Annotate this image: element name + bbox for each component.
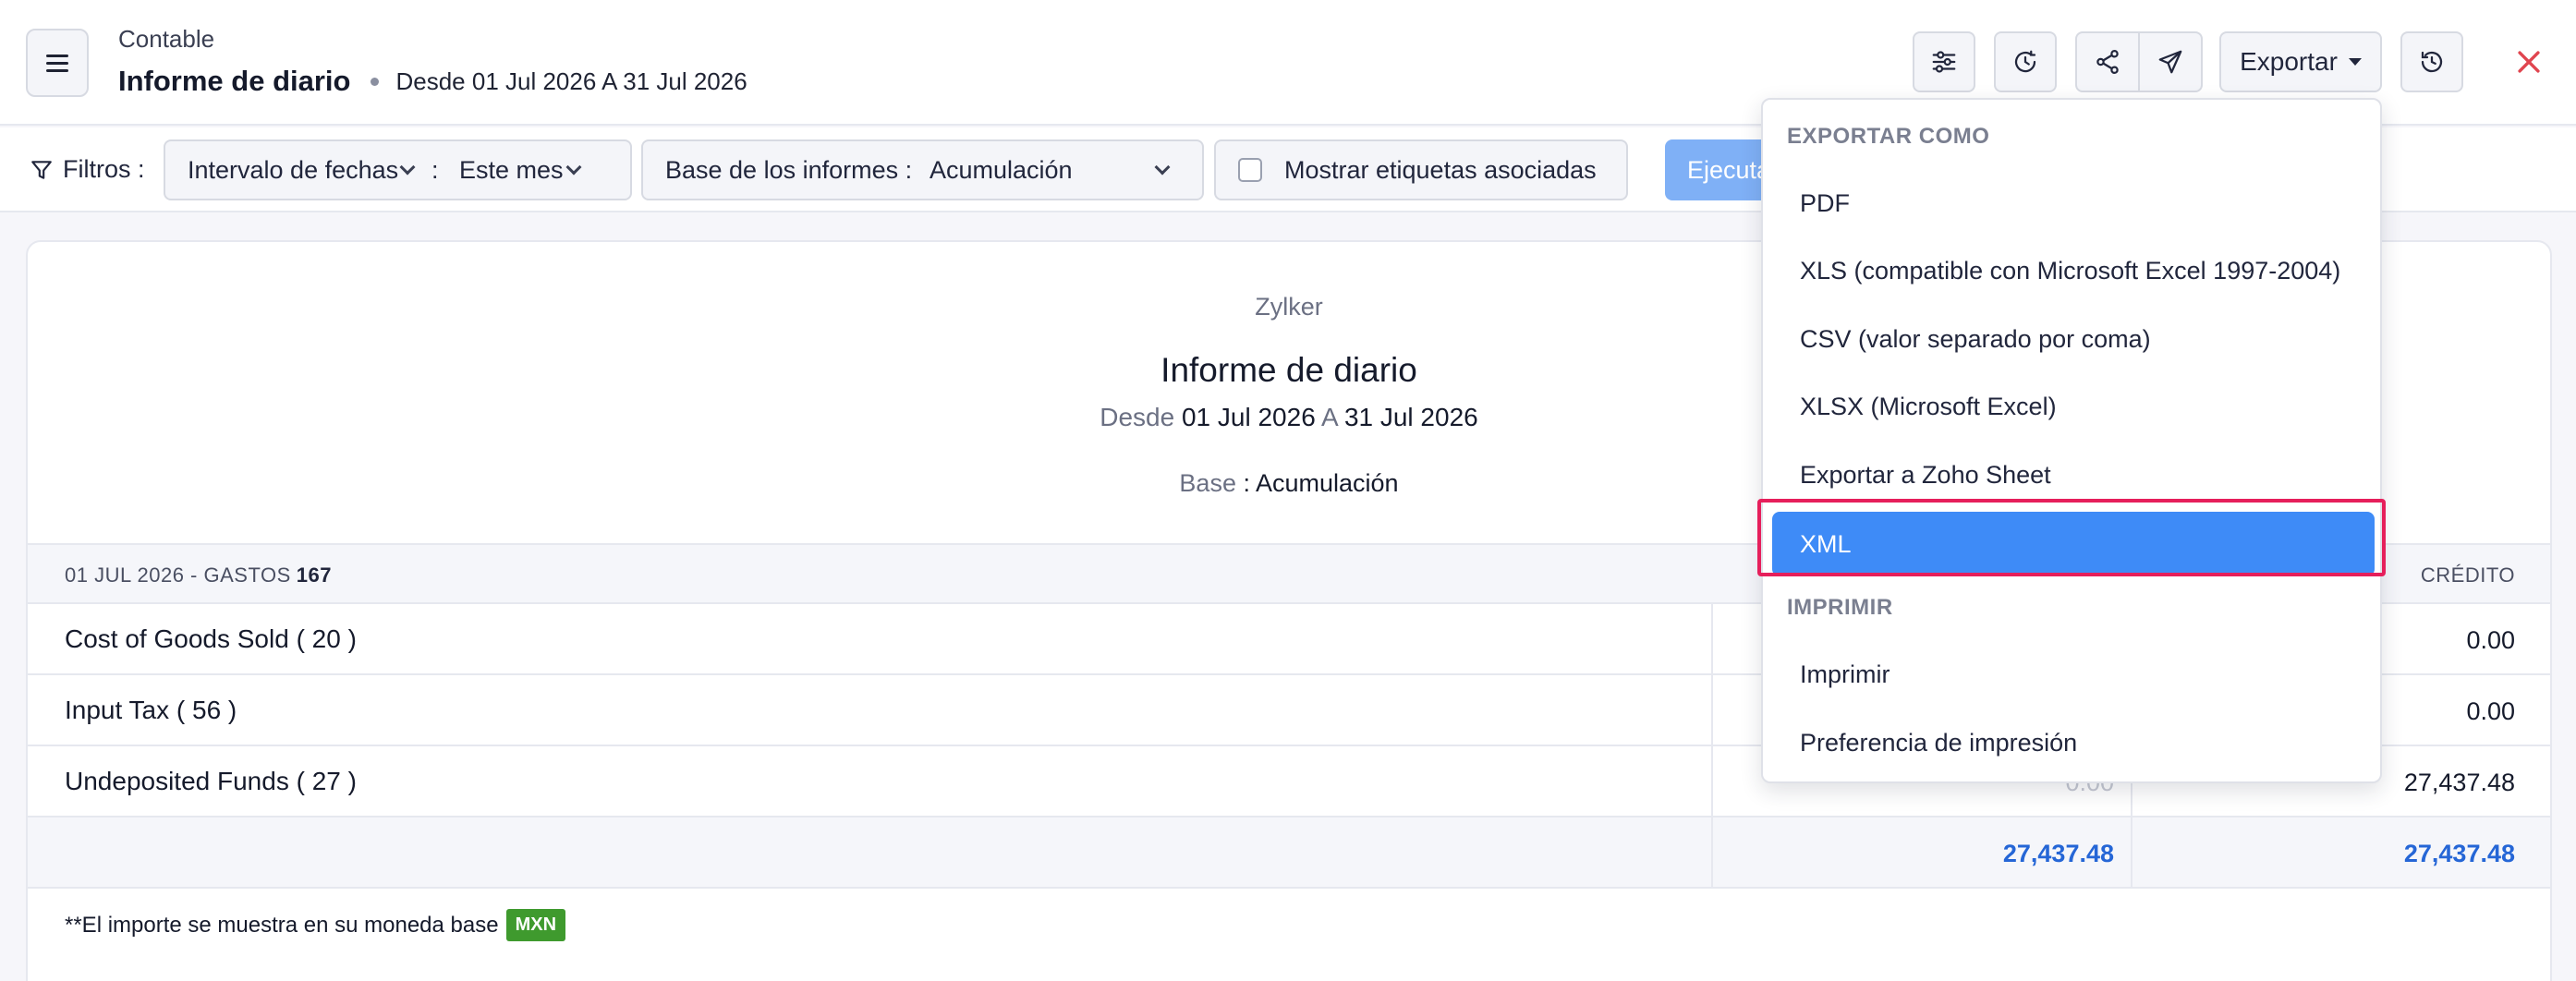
highlight-box	[1757, 499, 2386, 576]
export-zoho-sheet-item[interactable]: Exportar a Zoho Sheet	[1800, 461, 2051, 490]
footnote-text: **El importe se muestra en su moneda bas…	[65, 912, 499, 938]
caret-down-icon	[2348, 58, 2362, 66]
group-header-label: 01 JUL 2026 - GASTOS	[65, 563, 291, 587]
report-basis-label: Base de los informes :	[665, 155, 913, 184]
clock-arrow-icon	[2014, 50, 2036, 73]
export-button-label: Exportar	[2240, 47, 2338, 76]
account-name[interactable]: Input Tax ( 56 )	[65, 696, 237, 725]
page-title: Informe de diario Desde 01 Jul 2026 A 31…	[118, 65, 747, 98]
account-name[interactable]: Undeposited Funds ( 27 )	[65, 767, 357, 796]
total-row: 27,437.48 27,437.48	[28, 818, 2550, 889]
credit-value: 27,437.48	[2403, 769, 2515, 796]
currency-badge: MXN	[505, 909, 566, 941]
export-csv-item[interactable]: CSV (valor separado por coma)	[1800, 325, 2151, 354]
page-title-text: Informe de diario	[118, 65, 351, 97]
range-to: 31 Jul 2026	[1343, 403, 1478, 431]
refresh-button[interactable]	[2400, 31, 2463, 92]
show-tags-checkbox[interactable]	[1238, 158, 1262, 182]
share-send-group	[2075, 31, 2203, 92]
separator-dot	[371, 77, 380, 86]
basis-value: : Acumulación	[1243, 469, 1399, 497]
show-tags-label: Mostrar etiquetas asociadas	[1284, 155, 1597, 184]
print-item[interactable]: Imprimir	[1800, 660, 1889, 689]
credit-column-header: CRÉDITO	[2420, 563, 2515, 587]
breadcrumb[interactable]: Contable	[118, 25, 214, 54]
chevron-down-icon	[1154, 159, 1171, 176]
hamburger-menu-button[interactable]	[26, 29, 89, 97]
print-preferences-item[interactable]: Preferencia de impresión	[1800, 729, 2077, 757]
menu-icon	[46, 54, 68, 72]
export-section-heading: EXPORTAR COMO	[1787, 124, 1990, 149]
page-date-range: Desde 01 Jul 2026 A 31 Jul 2026	[395, 67, 747, 95]
credit-value: 0.00	[2466, 697, 2515, 725]
send-email-button[interactable]	[2140, 33, 2201, 91]
date-interval-label: Intervalo de fechas	[188, 155, 399, 184]
refresh-icon	[2421, 51, 2443, 73]
currency-footnote: **El importe se muestra en su moneda bas…	[65, 909, 566, 941]
range-from: 01 Jul 2026	[1181, 403, 1316, 431]
range-to-label: A	[1321, 403, 1338, 431]
chevron-down-icon	[565, 159, 582, 176]
export-dropdown-button[interactable]: Exportar	[2219, 31, 2382, 92]
basis-label: Base	[1179, 469, 1236, 497]
paper-plane-icon	[2158, 50, 2182, 74]
total-credit: 27,437.48	[2403, 840, 2515, 867]
export-dropdown-menu: EXPORTAR COMO PDF XLS (compatible con Mi…	[1761, 98, 2382, 783]
filters-label: Filtros :	[30, 155, 145, 184]
report-basis-filter[interactable]: Base de los informes : Acumulación	[641, 139, 1204, 200]
share-icon	[2096, 50, 2119, 74]
export-pdf-item[interactable]: PDF	[1800, 189, 1850, 218]
total-debit: 27,437.48	[1711, 818, 2132, 887]
date-interval-value: Este mes	[459, 155, 564, 184]
filters-label-text: Filtros :	[63, 155, 145, 183]
funnel-icon	[31, 160, 52, 179]
close-icon[interactable]	[2513, 46, 2545, 78]
export-xls-item[interactable]: XLS (compatible con Microsoft Excel 1997…	[1800, 257, 2340, 285]
date-interval-filter[interactable]: Intervalo de fechas : Este mes	[164, 139, 632, 200]
show-tags-toggle[interactable]: Mostrar etiquetas asociadas	[1214, 139, 1628, 200]
chevron-down-icon	[399, 159, 416, 176]
group-header-number[interactable]: 167	[297, 563, 332, 587]
group-header-text: 01 JUL 2026 - GASTOS 167	[65, 563, 332, 587]
schedule-report-button[interactable]	[1994, 31, 2057, 92]
print-section-heading: IMPRIMIR	[1787, 595, 1893, 620]
share-button[interactable]	[2077, 33, 2138, 91]
export-xlsx-item[interactable]: XLSX (Microsoft Excel)	[1800, 393, 2057, 421]
colon-separator: :	[431, 155, 439, 184]
range-from-label: Desde	[1100, 403, 1175, 431]
customize-report-button[interactable]	[1913, 31, 1975, 92]
account-name[interactable]: Cost of Goods Sold ( 20 )	[65, 624, 357, 654]
credit-value: 0.00	[2466, 626, 2515, 654]
sliders-icon	[1932, 51, 1956, 73]
report-basis-value: Acumulación	[930, 155, 1073, 184]
